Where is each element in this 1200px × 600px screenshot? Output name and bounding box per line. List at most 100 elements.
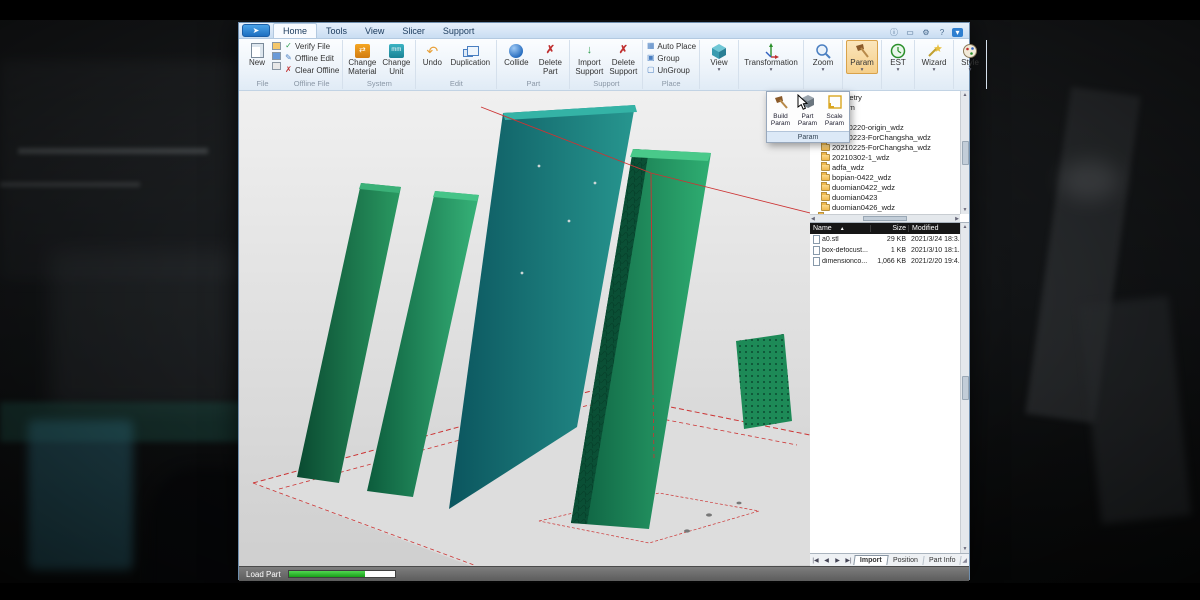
transformation-dropdown-button[interactable]: Transformation ▾ <box>742 40 800 74</box>
scroll-down-icon[interactable]: ▼ <box>963 207 968 213</box>
first-tab-icon[interactable]: |◀ <box>810 557 821 564</box>
zoom-dropdown-button[interactable]: Zoom ▾ <box>807 40 839 74</box>
panel-tab-position[interactable]: Position <box>887 556 924 565</box>
app-menu-button[interactable]: ➤ <box>242 24 270 37</box>
tab-home[interactable]: Home <box>273 23 317 38</box>
tree-vertical-scrollbar[interactable]: ▲ ▼ <box>960 91 969 214</box>
tree-item[interactable]: 20210302-1_wdz <box>810 152 960 162</box>
scroll-right-icon[interactable]: ▶ <box>955 216 959 222</box>
file-row[interactable]: box-defocust... 1 KB 2021/3/10 18:1... <box>810 245 960 256</box>
tree-item[interactable]: adfa_wdz <box>810 162 960 172</box>
verify-file-button[interactable]: ✓ Verify File <box>284 40 330 52</box>
change-material-button[interactable]: ⇄ Change Material <box>346 40 378 78</box>
file-list-scrollbar[interactable]: ▲ ▼ <box>960 223 969 553</box>
tab-tools[interactable]: Tools <box>317 24 356 38</box>
folder-icon <box>821 164 830 171</box>
chevron-down-icon: ▾ <box>933 68 936 74</box>
tree-horizontal-scrollbar[interactable]: ◀ ▶ <box>810 214 960 222</box>
duplication-button[interactable]: Duplication <box>447 40 493 69</box>
ribbon-group-support: ↓ Import Support ✗ Delete Support Suppor… <box>570 40 643 89</box>
ribbon-group-zoom: Zoom ▾ <box>804 40 843 89</box>
change-material-label: Change Material <box>348 59 376 77</box>
display-icon[interactable]: ▭ <box>904 28 916 37</box>
tree-item-label: adfa_wdz <box>832 163 864 172</box>
scroll-up-icon[interactable]: ▲ <box>963 92 968 98</box>
tab-support[interactable]: Support <box>434 24 484 38</box>
column-header-name[interactable]: Name ▲ <box>810 225 870 232</box>
ribbon: New File ✓ Verify File <box>239 39 969 91</box>
corner-menu-icon[interactable]: ▾ <box>952 28 963 37</box>
delete-support-label: Delete Support <box>609 59 637 77</box>
change-unit-button[interactable]: mm Change Unit <box>380 40 412 78</box>
group-label-support: Support <box>573 79 639 89</box>
scale-param-button[interactable]: Scale Param <box>821 93 848 131</box>
offline-edit-button[interactable]: ✎ Offline Edit <box>284 52 334 64</box>
clear-offline-button[interactable]: ✗ Clear Offline <box>284 64 339 76</box>
tab-slicer[interactable]: Slicer <box>393 24 434 38</box>
tree-item-label: 20210225-ForChangsha_wdz <box>832 143 931 152</box>
save-file-icon[interactable] <box>272 52 281 60</box>
view-dropdown-button[interactable]: View ▾ <box>703 40 735 74</box>
panel-tab-import[interactable]: Import <box>853 555 888 565</box>
auto-place-button[interactable]: ▦ Auto Place <box>646 40 696 52</box>
tab-view[interactable]: View <box>356 24 393 38</box>
prev-tab-icon[interactable]: ◀ <box>821 557 832 564</box>
collide-button[interactable]: Collide <box>500 40 532 69</box>
next-tab-icon[interactable]: ▶ <box>832 557 843 564</box>
scroll-left-icon[interactable]: ◀ <box>811 216 815 222</box>
tree-item[interactable]: duomian0423 <box>810 192 960 202</box>
delete-support-button[interactable]: ✗ Delete Support <box>607 40 639 78</box>
tree-item[interactable]: bopian-0422_wdz <box>810 172 960 182</box>
panel-tab-part-info[interactable]: Part Info <box>923 556 962 565</box>
file-modified: 2021/3/10 18:1... <box>908 247 960 254</box>
delete-support-icon: ✗ <box>619 42 628 59</box>
delete-part-icon: ✗ <box>546 42 555 59</box>
ungroup-button[interactable]: ▢ UnGroup <box>646 64 689 76</box>
group-button[interactable]: ▣ Group <box>646 52 679 64</box>
scrollbar-thumb[interactable] <box>962 141 969 165</box>
scrollbar-thumb[interactable] <box>863 216 907 221</box>
change-material-icon: ⇄ <box>355 44 370 58</box>
scroll-down-icon[interactable]: ▼ <box>963 546 968 552</box>
tree-item[interactable]: duomian0426_wdz <box>810 202 960 212</box>
info-icon[interactable]: ⓘ <box>888 27 900 38</box>
param-dropdown-button[interactable]: Param ▾ <box>846 40 878 74</box>
file-row[interactable]: dimensionco... 1,066 KB 2021/2/20 19:4..… <box>810 256 960 267</box>
name-header-label: Name <box>813 225 832 232</box>
build-param-icon <box>773 94 789 112</box>
build-param-label: Build Param <box>767 113 794 127</box>
app-logo-icon: ➤ <box>253 26 260 35</box>
ribbon-group-style: Style ▾ <box>954 40 987 89</box>
load-progress-bar <box>288 570 396 578</box>
tree-item[interactable]: 20210225-ForChangsha_wdz <box>810 142 960 152</box>
verify-file-label: Verify File <box>295 42 330 51</box>
panel-tab-bar: |◀ ◀ ▶ ▶| Import Position Part Info ◢ <box>810 553 969 566</box>
file-size: 29 KB <box>870 236 908 243</box>
viewport[interactable] <box>239 91 810 566</box>
last-tab-icon[interactable]: ▶| <box>843 557 854 564</box>
clear-offline-icon: ✗ <box>284 66 293 74</box>
build-param-button[interactable]: Build Param <box>767 93 794 131</box>
est-dropdown-button[interactable]: EST ▾ <box>885 40 911 74</box>
help-icon[interactable]: ? <box>936 28 948 37</box>
tree-item[interactable]: duomian0422_wdz <box>810 182 960 192</box>
open-file-icon[interactable] <box>272 42 281 50</box>
column-header-size[interactable]: Size <box>870 225 908 232</box>
new-button[interactable]: New <box>244 40 270 69</box>
viewport-3d-scene[interactable] <box>239 91 810 566</box>
file-row[interactable]: a0.stl 29 KB 2021/3/24 18:3... <box>810 234 960 245</box>
import-support-button[interactable]: ↓ Import Support <box>573 40 605 78</box>
right-panel: ▾ Geometry 1.0mm 721 20210220-origin_wdz… <box>810 91 969 566</box>
folder-icon <box>821 154 830 161</box>
undo-button[interactable]: ↶ Undo <box>419 40 445 69</box>
ribbon-group-offline-file: ✓ Verify File ✎ Offline Edit ✗ Clear Off… <box>281 40 343 89</box>
style-dropdown-button[interactable]: Style ▾ <box>957 40 983 74</box>
scroll-up-icon[interactable]: ▲ <box>963 224 968 230</box>
delete-part-button[interactable]: ✗ Delete Part <box>534 40 566 78</box>
file-name: box-defocust... <box>822 247 870 254</box>
scrollbar-thumb[interactable] <box>962 376 969 400</box>
settings-icon[interactable]: ⚙ <box>920 28 932 37</box>
wizard-dropdown-button[interactable]: Wizard ▾ <box>918 40 950 74</box>
column-header-modified[interactable]: Modified <box>908 225 960 232</box>
recent-file-icon[interactable] <box>272 62 281 70</box>
